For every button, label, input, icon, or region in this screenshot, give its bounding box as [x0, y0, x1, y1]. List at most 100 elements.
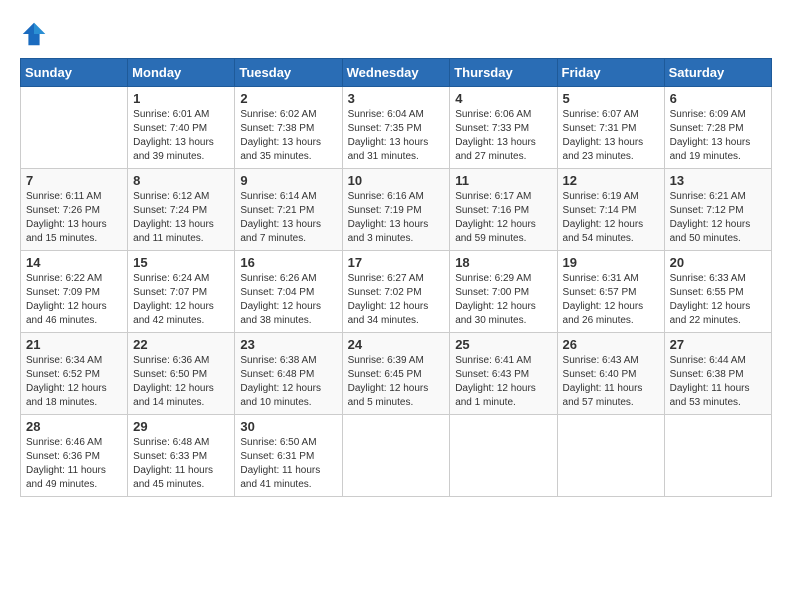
calendar-week-row: 1 Sunrise: 6:01 AMSunset: 7:40 PMDaylight… [21, 87, 772, 169]
calendar-cell: 26 Sunrise: 6:43 AMSunset: 6:40 PMDayligh… [557, 333, 664, 415]
day-number: 5 [563, 91, 659, 106]
day-info: Sunrise: 6:39 AMSunset: 6:45 PMDaylight:… [348, 354, 445, 410]
calendar-cell: 29 Sunrise: 6:48 AMSunset: 6:33 PMDayligh… [128, 415, 235, 497]
calendar-day-header: Tuesday [235, 59, 342, 87]
day-info: Sunrise: 6:46 AMSunset: 6:36 PMDaylight:… [26, 436, 122, 492]
logo-icon [20, 20, 48, 48]
day-info: Sunrise: 6:44 AMSunset: 6:38 PMDaylight:… [670, 354, 766, 410]
day-info: Sunrise: 6:33 AMSunset: 6:55 PMDaylight:… [670, 272, 766, 328]
calendar-cell: 21 Sunrise: 6:34 AMSunset: 6:52 PMDayligh… [21, 333, 128, 415]
day-info: Sunrise: 6:41 AMSunset: 6:43 PMDaylight:… [455, 354, 551, 410]
day-number: 21 [26, 337, 122, 352]
day-info: Sunrise: 6:19 AMSunset: 7:14 PMDaylight:… [563, 190, 659, 246]
day-number: 17 [348, 255, 445, 270]
calendar-day-header: Thursday [450, 59, 557, 87]
day-number: 14 [26, 255, 122, 270]
day-info: Sunrise: 6:21 AMSunset: 7:12 PMDaylight:… [670, 190, 766, 246]
day-number: 4 [455, 91, 551, 106]
day-info: Sunrise: 6:06 AMSunset: 7:33 PMDaylight:… [455, 108, 551, 164]
day-number: 20 [670, 255, 766, 270]
calendar-week-row: 28 Sunrise: 6:46 AMSunset: 6:36 PMDayligh… [21, 415, 772, 497]
calendar-week-row: 14 Sunrise: 6:22 AMSunset: 7:09 PMDayligh… [21, 251, 772, 333]
page-header [20, 20, 772, 48]
calendar-cell: 11 Sunrise: 6:17 AMSunset: 7:16 PMDayligh… [450, 169, 557, 251]
calendar-header-row: SundayMondayTuesdayWednesdayThursdayFrid… [21, 59, 772, 87]
day-number: 2 [240, 91, 336, 106]
calendar-week-row: 7Sunrise: 6:11 AMSunset: 7:26 PMDaylight… [21, 169, 772, 251]
calendar-cell [664, 415, 771, 497]
day-info: Sunrise: 6:26 AMSunset: 7:04 PMDaylight:… [240, 272, 336, 328]
day-info: Sunrise: 6:16 AMSunset: 7:19 PMDaylight:… [348, 190, 445, 246]
calendar-cell: 1 Sunrise: 6:01 AMSunset: 7:40 PMDaylight… [128, 87, 235, 169]
logo [20, 20, 52, 48]
day-info: Sunrise: 6:43 AMSunset: 6:40 PMDaylight:… [563, 354, 659, 410]
day-info: Sunrise: 6:02 AMSunset: 7:38 PMDaylight:… [240, 108, 336, 164]
day-info: Sunrise: 6:24 AMSunset: 7:07 PMDaylight:… [133, 272, 229, 328]
day-number: 16 [240, 255, 336, 270]
day-number: 8 [133, 173, 229, 188]
day-number: 27 [670, 337, 766, 352]
calendar-day-header: Wednesday [342, 59, 450, 87]
calendar-cell: 23Sunrise: 6:38 AMSunset: 6:48 PMDayligh… [235, 333, 342, 415]
day-number: 23 [240, 337, 336, 352]
day-number: 15 [133, 255, 229, 270]
day-info: Sunrise: 6:07 AMSunset: 7:31 PMDaylight:… [563, 108, 659, 164]
calendar-cell: 8 Sunrise: 6:12 AMSunset: 7:24 PMDaylight… [128, 169, 235, 251]
calendar-cell: 27 Sunrise: 6:44 AMSunset: 6:38 PMDayligh… [664, 333, 771, 415]
day-number: 28 [26, 419, 122, 434]
day-info: Sunrise: 6:12 AMSunset: 7:24 PMDaylight:… [133, 190, 229, 246]
day-info: Sunrise: 6:17 AMSunset: 7:16 PMDaylight:… [455, 190, 551, 246]
calendar-table: SundayMondayTuesdayWednesdayThursdayFrid… [20, 58, 772, 497]
day-number: 26 [563, 337, 659, 352]
day-number: 22 [133, 337, 229, 352]
calendar-cell: 2 Sunrise: 6:02 AMSunset: 7:38 PMDaylight… [235, 87, 342, 169]
day-info: Sunrise: 6:14 AMSunset: 7:21 PMDaylight:… [240, 190, 336, 246]
calendar-cell: 17 Sunrise: 6:27 AMSunset: 7:02 PMDayligh… [342, 251, 450, 333]
day-number: 11 [455, 173, 551, 188]
day-number: 9 [240, 173, 336, 188]
calendar-cell: 20 Sunrise: 6:33 AMSunset: 6:55 PMDayligh… [664, 251, 771, 333]
calendar-cell [557, 415, 664, 497]
day-number: 12 [563, 173, 659, 188]
calendar-day-header: Friday [557, 59, 664, 87]
day-info: Sunrise: 6:27 AMSunset: 7:02 PMDaylight:… [348, 272, 445, 328]
calendar-cell [450, 415, 557, 497]
day-info: Sunrise: 6:34 AMSunset: 6:52 PMDaylight:… [26, 354, 122, 410]
calendar-cell: 14 Sunrise: 6:22 AMSunset: 7:09 PMDayligh… [21, 251, 128, 333]
day-number: 1 [133, 91, 229, 106]
day-info: Sunrise: 6:09 AMSunset: 7:28 PMDaylight:… [670, 108, 766, 164]
calendar-cell: 3Sunrise: 6:04 AMSunset: 7:35 PMDaylight… [342, 87, 450, 169]
calendar-cell: 18 Sunrise: 6:29 AMSunset: 7:00 PMDayligh… [450, 251, 557, 333]
day-info: Sunrise: 6:36 AMSunset: 6:50 PMDaylight:… [133, 354, 229, 410]
calendar-cell [21, 87, 128, 169]
day-number: 19 [563, 255, 659, 270]
day-info: Sunrise: 6:48 AMSunset: 6:33 PMDaylight:… [133, 436, 229, 492]
calendar-day-header: Sunday [21, 59, 128, 87]
calendar-cell: 19Sunrise: 6:31 AMSunset: 6:57 PMDayligh… [557, 251, 664, 333]
calendar-cell: 30Sunrise: 6:50 AMSunset: 6:31 PMDayligh… [235, 415, 342, 497]
calendar-cell: 15 Sunrise: 6:24 AMSunset: 7:07 PMDayligh… [128, 251, 235, 333]
calendar-cell: 4 Sunrise: 6:06 AMSunset: 7:33 PMDaylight… [450, 87, 557, 169]
calendar-cell: 22 Sunrise: 6:36 AMSunset: 6:50 PMDayligh… [128, 333, 235, 415]
calendar-cell: 28 Sunrise: 6:46 AMSunset: 6:36 PMDayligh… [21, 415, 128, 497]
calendar-cell: 13 Sunrise: 6:21 AMSunset: 7:12 PMDayligh… [664, 169, 771, 251]
day-number: 25 [455, 337, 551, 352]
calendar-cell: 12 Sunrise: 6:19 AMSunset: 7:14 PMDayligh… [557, 169, 664, 251]
calendar-cell: 24 Sunrise: 6:39 AMSunset: 6:45 PMDayligh… [342, 333, 450, 415]
day-number: 24 [348, 337, 445, 352]
calendar-day-header: Monday [128, 59, 235, 87]
calendar-cell: 5 Sunrise: 6:07 AMSunset: 7:31 PMDaylight… [557, 87, 664, 169]
day-number: 29 [133, 419, 229, 434]
day-info: Sunrise: 6:50 AMSunset: 6:31 PMDaylight:… [240, 436, 336, 492]
day-info: Sunrise: 6:29 AMSunset: 7:00 PMDaylight:… [455, 272, 551, 328]
day-number: 13 [670, 173, 766, 188]
calendar-cell [342, 415, 450, 497]
calendar-cell: 9 Sunrise: 6:14 AMSunset: 7:21 PMDaylight… [235, 169, 342, 251]
day-info: Sunrise: 6:11 AMSunset: 7:26 PMDaylight:… [26, 190, 122, 246]
day-number: 3 [348, 91, 445, 106]
day-info: Sunrise: 6:01 AMSunset: 7:40 PMDaylight:… [133, 108, 229, 164]
calendar-cell: 25 Sunrise: 6:41 AMSunset: 6:43 PMDayligh… [450, 333, 557, 415]
day-number: 18 [455, 255, 551, 270]
day-number: 6 [670, 91, 766, 106]
day-info: Sunrise: 6:22 AMSunset: 7:09 PMDaylight:… [26, 272, 122, 328]
